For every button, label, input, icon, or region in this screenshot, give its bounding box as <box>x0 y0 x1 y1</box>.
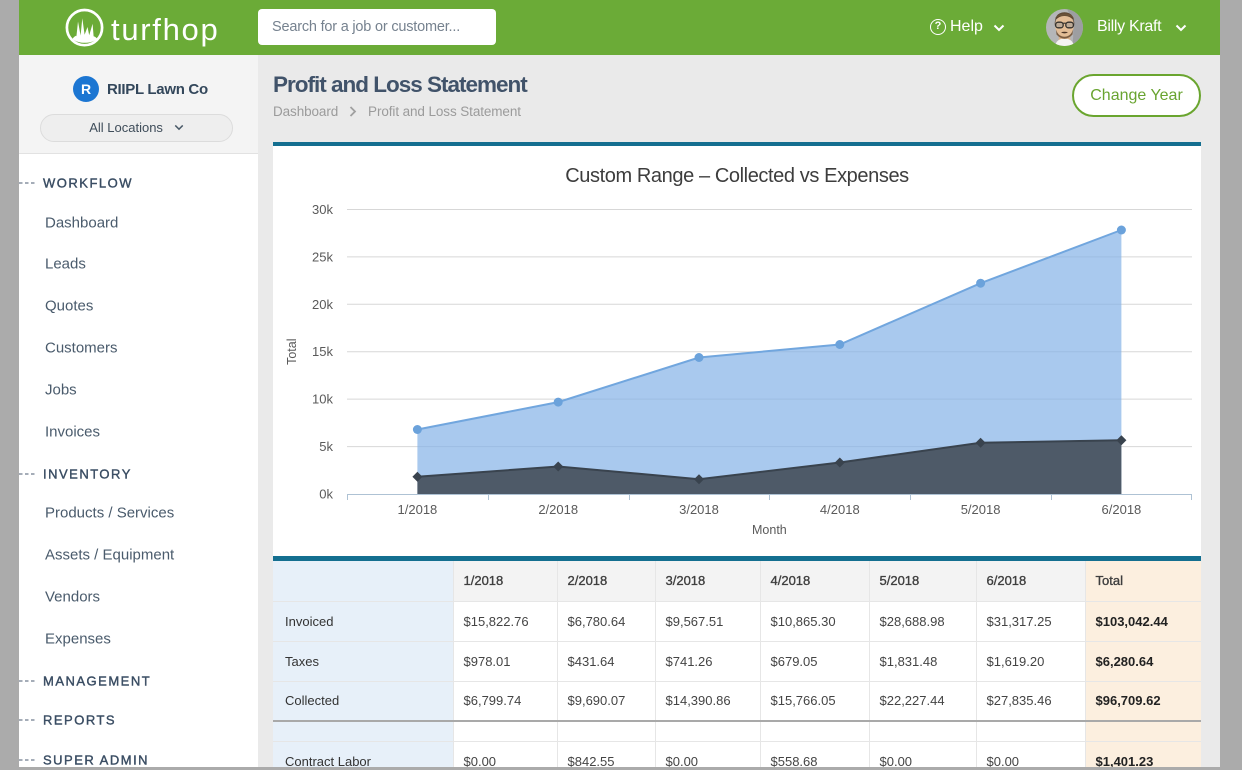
svg-text:3/2018: 3/2018 <box>679 502 719 517</box>
svg-text:25k: 25k <box>312 249 333 264</box>
svg-text:Month: Month <box>752 523 787 537</box>
svg-text:1/2018: 1/2018 <box>398 502 438 517</box>
svg-text:30k: 30k <box>312 202 333 217</box>
svg-text:2/2018: 2/2018 <box>538 502 578 517</box>
svg-text:4/2018: 4/2018 <box>820 502 860 517</box>
svg-text:6/2018: 6/2018 <box>1102 502 1142 517</box>
svg-text:0k: 0k <box>319 487 333 502</box>
svg-text:10k: 10k <box>312 392 333 407</box>
svg-text:Total: Total <box>285 338 299 364</box>
svg-text:15k: 15k <box>312 344 333 359</box>
svg-text:20k: 20k <box>312 297 333 312</box>
svg-text:5k: 5k <box>319 439 333 454</box>
svg-text:Custom Range – Collected vs Ex: Custom Range – Collected vs Expenses <box>565 165 909 187</box>
svg-text:5/2018: 5/2018 <box>961 502 1001 517</box>
